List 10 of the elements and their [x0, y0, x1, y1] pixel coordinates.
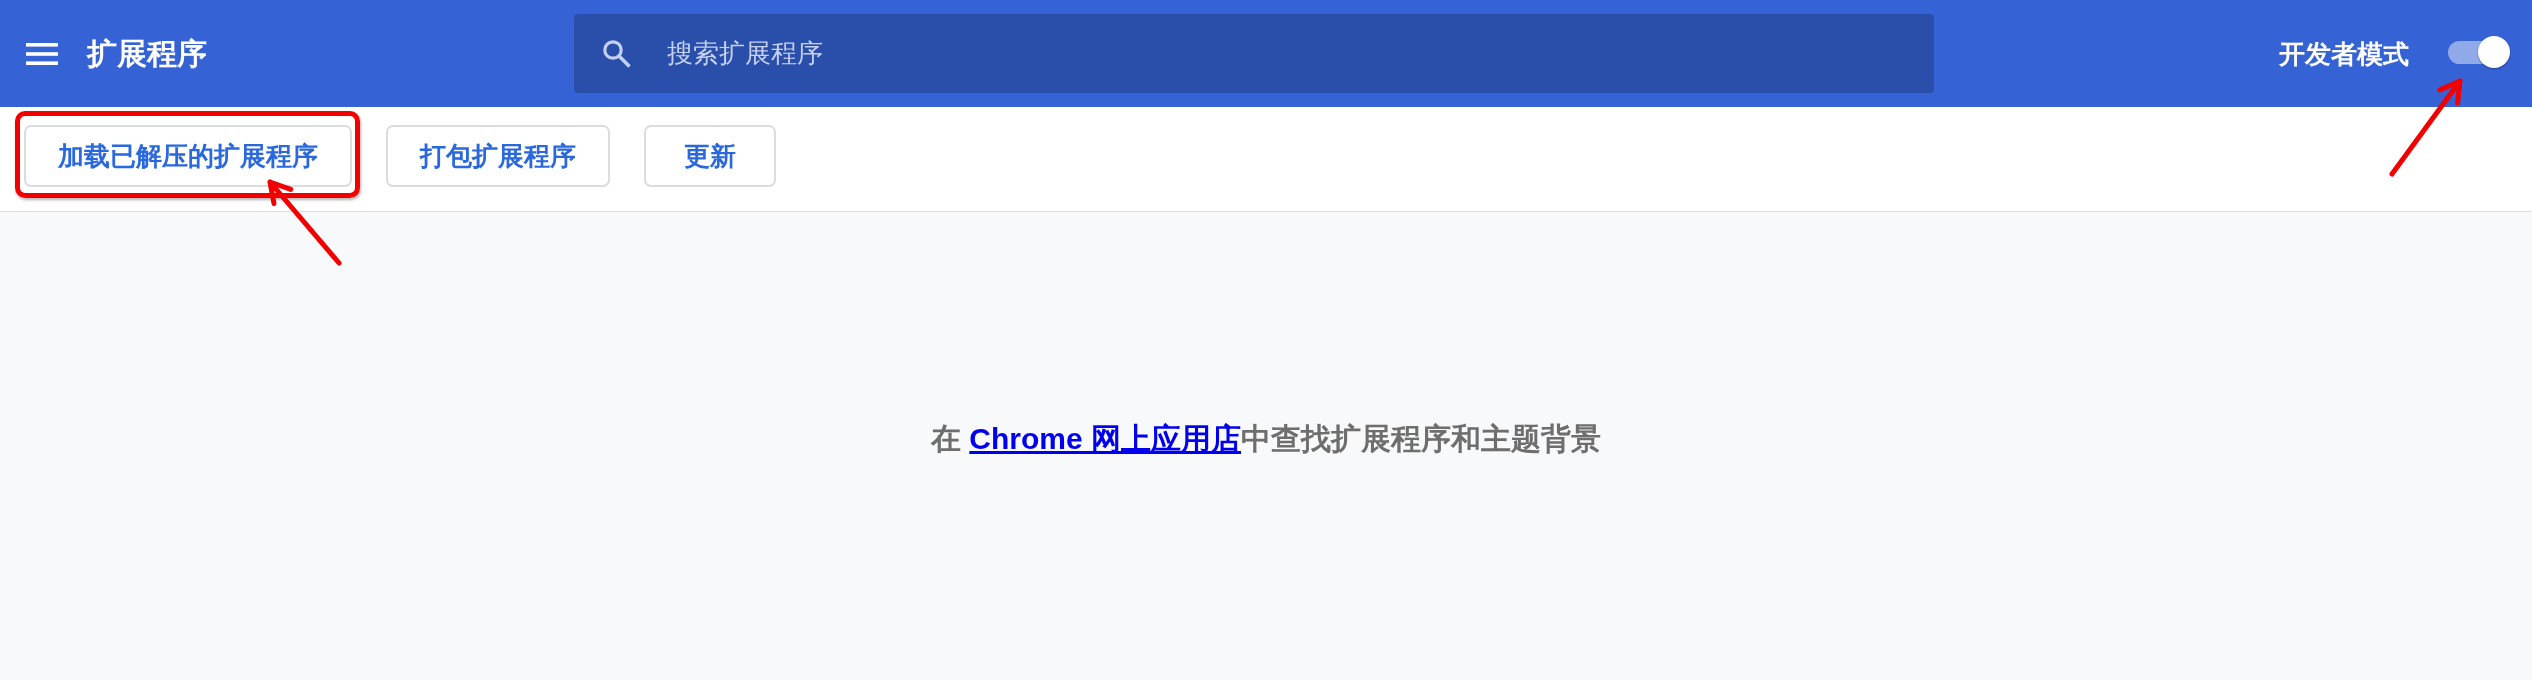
- menu-icon[interactable]: [26, 42, 58, 65]
- search-field[interactable]: 搜索扩展程序: [574, 14, 1934, 93]
- empty-state-message: 在 Chrome 网上应用店中查找扩展程序和主题背景: [931, 421, 1601, 457]
- search-icon: [602, 39, 631, 68]
- page-title: 扩展程序: [87, 35, 207, 72]
- web-store-link[interactable]: Chrome 网上应用店: [969, 422, 1241, 455]
- toolbar-button[interactable]: 加载已解压的扩展程序: [24, 125, 352, 187]
- toolbar-button[interactable]: 更新: [644, 125, 776, 187]
- toolbar-button[interactable]: 打包扩展程序: [386, 125, 610, 187]
- developer-mode-label: 开发者模式: [2279, 37, 2409, 71]
